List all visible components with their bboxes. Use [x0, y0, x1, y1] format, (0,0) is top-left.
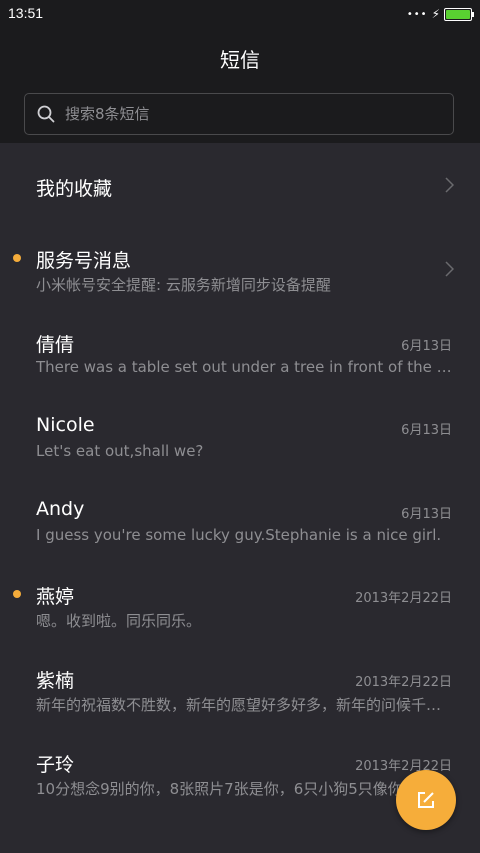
conversation-preview: 10分想念9别的你，8张照片7张是你，6只小狗5只像你 [36, 780, 403, 798]
conversation-date: 6月13日 [401, 423, 452, 438]
battery-icon [444, 7, 474, 21]
unread-indicator [13, 590, 21, 598]
conversation-date: 2013年2月22日 [355, 759, 452, 774]
chevron-right-icon [445, 261, 454, 277]
conversation-title: 倩倩 [36, 334, 75, 356]
status-time: 13:51 [8, 5, 44, 21]
signal-dots-icon: ••• [406, 8, 428, 20]
conversation-title: 我的收藏 [36, 178, 113, 200]
status-bar: 13:51 ••• ⚡ [0, 0, 480, 28]
page-title: 短信 [220, 48, 260, 72]
conversation-preview: 嗯。收到啦。同乐同乐。 [36, 612, 202, 630]
list-item-favorites[interactable]: 我的收藏 [0, 143, 480, 227]
conversation-preview: 小米帐号安全提醒: 云服务新增同步设备提醒 [36, 276, 331, 294]
conversation-date: 2013年2月22日 [355, 675, 452, 690]
list-item[interactable]: Nicole 6月13日 Let's eat out,shall we? [0, 395, 480, 479]
conversation-preview: 新年的祝福数不胜数，新年的愿望好多好多，新年的问候千千万万 [36, 696, 452, 714]
status-indicators: ••• ⚡ [406, 7, 474, 21]
conversation-date: 6月13日 [401, 339, 452, 354]
conversation-title: 服务号消息 [36, 250, 132, 272]
conversation-date: 2013年2月22日 [355, 591, 452, 606]
list-item-service-messages[interactable]: 服务号消息 小米帐号安全提醒: 云服务新增同步设备提醒 [0, 227, 480, 311]
conversation-date: 6月13日 [401, 507, 452, 522]
charging-icon: ⚡ [431, 7, 440, 21]
list-item[interactable]: 紫楠 2013年2月22日 新年的祝福数不胜数，新年的愿望好多好多，新年的问候千… [0, 647, 480, 731]
search-bar[interactable] [24, 93, 454, 135]
conversation-list: 我的收藏 服务号消息 小米帐号安全提醒: 云服务新增同步设备提醒 倩倩 6月13… [0, 143, 480, 853]
conversation-title: Nicole [36, 414, 95, 436]
conversation-title: 子玲 [36, 754, 75, 776]
conversation-title: 燕婷 [36, 586, 75, 608]
conversation-preview: I guess you're some lucky guy.Stephanie … [36, 526, 442, 544]
sms-screen: 13:51 ••• ⚡ 短信 我的收藏 服务号 [0, 0, 480, 853]
search-input[interactable] [63, 104, 453, 124]
conversation-preview: There was a table set out under a tree i… [36, 358, 452, 376]
conversation-preview: Let's eat out,shall we? [36, 442, 204, 460]
list-item[interactable]: Andy 6月13日 I guess you're some lucky guy… [0, 479, 480, 563]
chevron-right-icon [445, 177, 454, 193]
header: 短信 [0, 28, 480, 88]
unread-indicator [13, 254, 21, 262]
search-icon [37, 105, 55, 123]
list-item[interactable]: 燕婷 2013年2月22日 嗯。收到啦。同乐同乐。 [0, 563, 480, 647]
battery-fill [446, 9, 470, 19]
compose-button[interactable] [396, 770, 456, 830]
list-item[interactable]: 倩倩 6月13日 There was a table set out under… [0, 311, 480, 395]
conversation-title: Andy [36, 498, 85, 520]
compose-icon [418, 792, 434, 808]
conversation-title: 紫楠 [36, 670, 75, 692]
